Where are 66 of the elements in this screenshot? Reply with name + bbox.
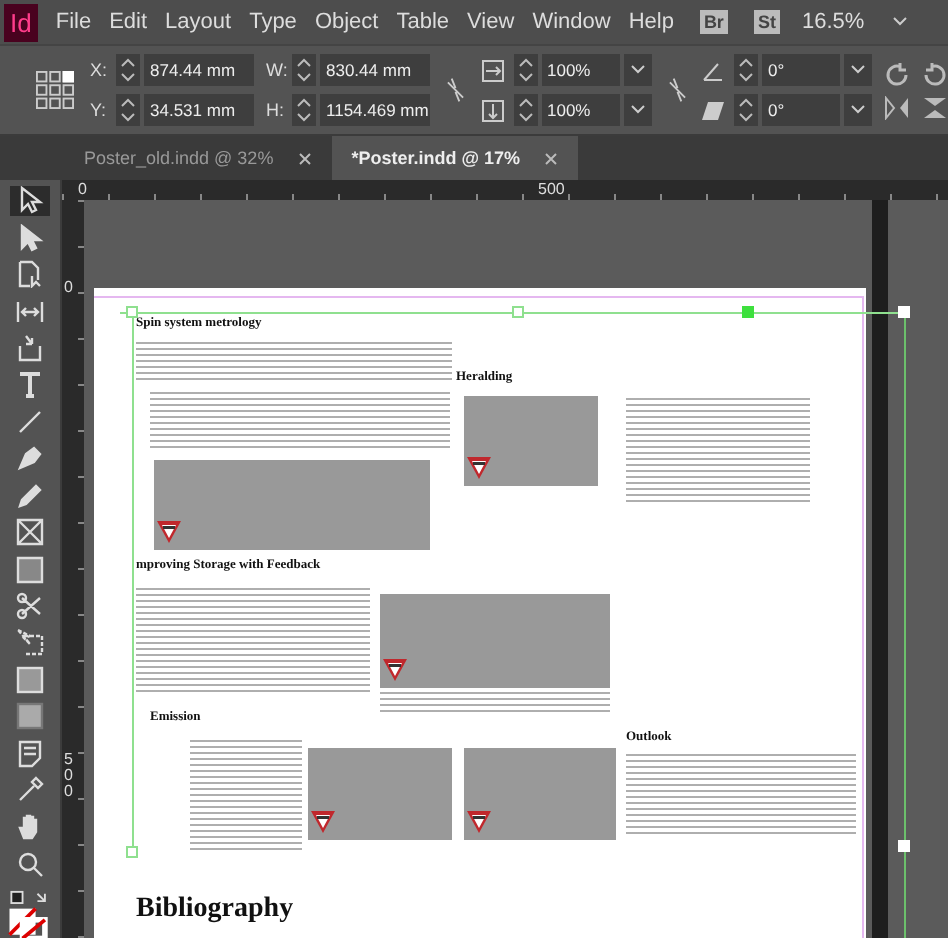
y-field[interactable]: 34.531 mm xyxy=(144,94,254,126)
spinner-icon[interactable] xyxy=(116,54,140,86)
stock-button[interactable]: St xyxy=(753,10,780,34)
rotate-clockwise-icon[interactable] xyxy=(884,61,910,87)
chain-icon[interactable] xyxy=(446,76,465,104)
document-tab[interactable]: Poster_old.indd @ 32% xyxy=(64,136,332,180)
scale-x-field[interactable]: 100% xyxy=(541,54,619,86)
tool-button[interactable] xyxy=(10,186,50,216)
flip-vertical-icon[interactable] xyxy=(922,95,948,119)
triangle-badge-icon xyxy=(156,520,182,544)
scale-width-icon xyxy=(481,59,503,81)
frame-handle[interactable] xyxy=(742,306,754,318)
spinner-icon[interactable] xyxy=(513,54,537,86)
y-label: Y: xyxy=(90,100,109,120)
fill-stroke-icon[interactable] xyxy=(6,889,54,938)
scale-y-field[interactable]: 100% xyxy=(541,94,619,126)
ruler-label: 0 xyxy=(78,180,87,198)
flip-horizontal-icon[interactable] xyxy=(884,95,910,119)
h-label: H: xyxy=(266,100,286,120)
triangle-badge-icon xyxy=(382,658,408,682)
ruler-label: 0 xyxy=(64,280,75,296)
menu-item[interactable]: Edit xyxy=(109,10,148,34)
bridge-button[interactable]: Br xyxy=(699,10,728,34)
menu-item[interactable]: Type xyxy=(249,10,297,34)
spinner-icon[interactable] xyxy=(734,94,758,126)
menu-item[interactable]: Table xyxy=(396,10,450,34)
text-lines-drawing xyxy=(190,740,302,850)
shear-field[interactable]: 0° xyxy=(762,94,840,126)
triangle-badge-icon xyxy=(466,810,492,834)
width-field[interactable]: 830.44 mm xyxy=(320,54,430,86)
menu-item[interactable]: Window xyxy=(532,10,611,34)
triangle-badge-icon xyxy=(466,456,492,480)
menu-item[interactable]: File xyxy=(55,10,92,34)
frame-handle[interactable] xyxy=(512,306,524,318)
zoom-dropdown[interactable]: 16.5% xyxy=(801,10,909,34)
poster-heading: Bibliography xyxy=(136,894,294,926)
app-logo: Id xyxy=(4,3,38,41)
document-tab[interactable]: *Poster.indd @ 17% xyxy=(331,136,579,180)
height-field[interactable]: 1154.469 mm xyxy=(320,94,430,126)
spinner-icon[interactable] xyxy=(292,54,316,86)
scale-height-icon xyxy=(481,99,503,121)
spinner-icon[interactable] xyxy=(734,54,758,86)
menu-item[interactable]: Help xyxy=(628,10,674,34)
rotate-counterclockwise-icon[interactable] xyxy=(922,61,948,87)
close-icon[interactable] xyxy=(544,151,559,165)
triangle-badge-icon xyxy=(310,810,336,834)
w-label: W: xyxy=(266,60,288,80)
shear-icon xyxy=(702,99,724,121)
frame-handle[interactable] xyxy=(126,846,138,858)
caret-icon[interactable] xyxy=(892,16,909,28)
reference-point-icon[interactable] xyxy=(36,70,74,110)
frame-handle[interactable] xyxy=(126,306,138,318)
chain-icon[interactable] xyxy=(667,76,686,104)
ruler-label: 500 xyxy=(538,180,565,198)
menu-item[interactable]: Layout xyxy=(165,10,232,34)
angle-icon xyxy=(702,59,724,81)
x-label: X: xyxy=(90,60,110,80)
spinner-icon[interactable] xyxy=(513,94,537,126)
spinner-icon[interactable] xyxy=(116,94,140,126)
rotation-field[interactable]: 0° xyxy=(762,54,840,86)
menu-item[interactable]: View xyxy=(467,10,515,34)
close-icon[interactable] xyxy=(297,151,312,165)
ruler-label: 500 xyxy=(64,752,75,800)
spinner-icon[interactable] xyxy=(292,94,316,126)
x-field[interactable]: 874.44 mm xyxy=(144,54,254,86)
menu-item[interactable]: Object xyxy=(314,10,379,34)
